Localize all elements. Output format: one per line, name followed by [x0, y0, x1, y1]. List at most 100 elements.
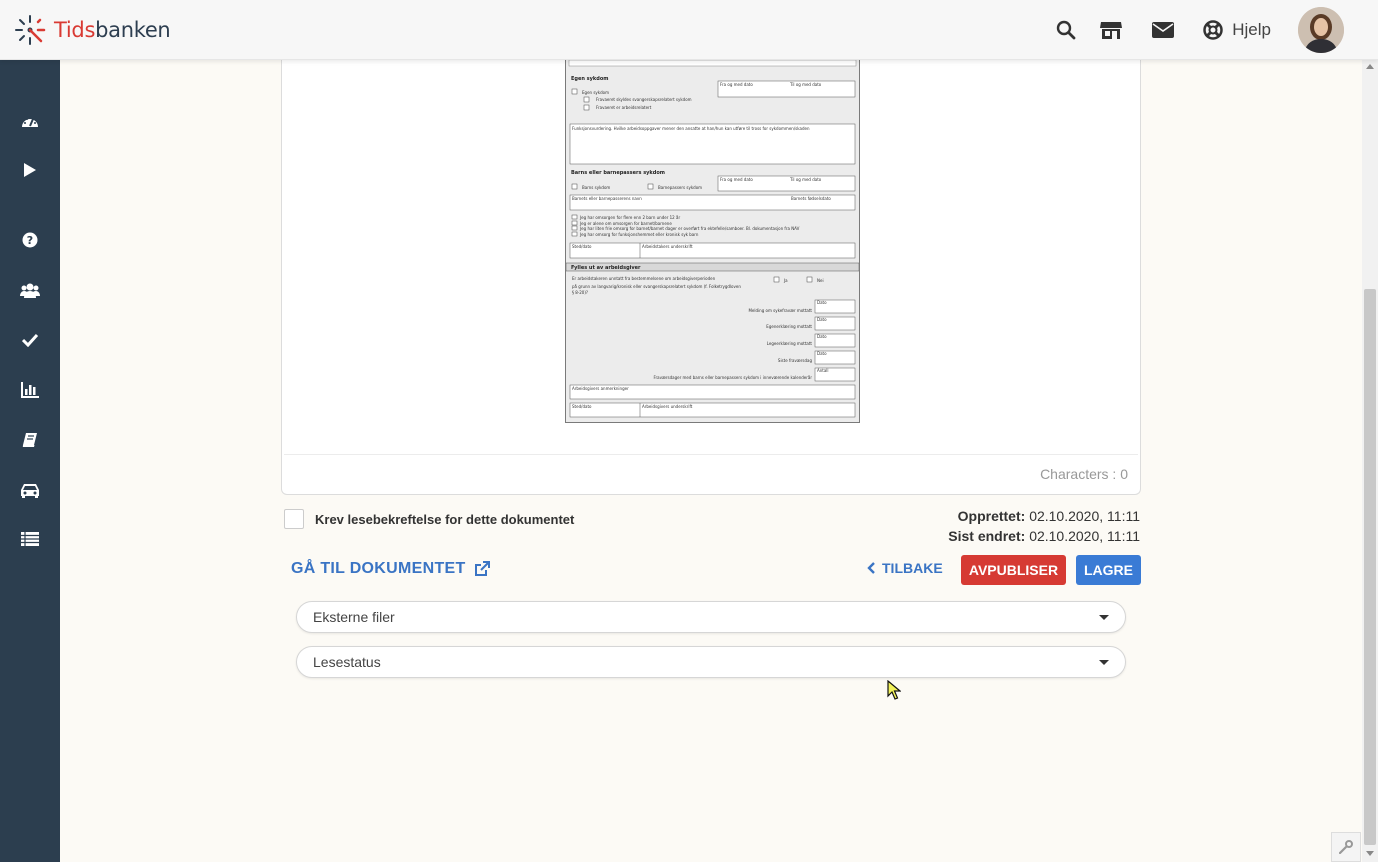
- svg-text:Fra og med dato: Fra og med dato: [720, 82, 753, 87]
- check-icon: [22, 333, 38, 347]
- help-button[interactable]: Hjelp: [1203, 20, 1271, 40]
- read-confirmation-checkbox[interactable]: [284, 509, 304, 529]
- chevron-left-icon: [867, 562, 875, 574]
- car-icon: [21, 484, 39, 498]
- sidebar-item-help[interactable]: ?: [0, 220, 60, 260]
- svg-text:Jeg har omsorg for funksjonshe: Jeg har omsorg for funksjonshemmet eller…: [579, 232, 699, 237]
- goto-document-link[interactable]: GÅ TIL DOKUMENTET: [291, 560, 490, 578]
- read-status-label: Lesestatus: [313, 654, 381, 670]
- sidebar-item-list[interactable]: [0, 519, 60, 559]
- svg-text:Sted/dato: Sted/dato: [572, 404, 592, 409]
- svg-text:Fra og med dato: Fra og med dato: [720, 177, 753, 182]
- svg-text:Dato: Dato: [817, 300, 827, 305]
- svg-text:Antall: Antall: [817, 368, 829, 373]
- clock-logo-icon: [15, 15, 46, 45]
- character-count: Characters : 0: [1040, 466, 1128, 482]
- svg-text:Er arbeidstakeren unntatt fra: Er arbeidstakeren unntatt fra bestemmels…: [572, 276, 716, 281]
- svg-text:Melding om sykefravær mottatt: Melding om sykefravær mottatt: [748, 308, 812, 313]
- scroll-down-arrow-icon[interactable]: [1366, 851, 1374, 856]
- scroll-up-arrow-icon[interactable]: [1366, 64, 1374, 69]
- svg-text:Dato: Dato: [817, 317, 827, 322]
- modified-row: Sist endret: 02.10.2020, 11:11: [948, 526, 1140, 546]
- dashboard-icon: [22, 118, 38, 127]
- svg-text:Barnepassers sykdom: Barnepassers sykdom: [658, 185, 702, 190]
- svg-text:?: ?: [27, 234, 33, 247]
- goto-document-label: GÅ TIL DOKUMENTET: [291, 560, 466, 577]
- lifebuoy-icon: [1203, 20, 1223, 40]
- wrench-icon[interactable]: [1331, 832, 1361, 862]
- mouse-cursor-icon: [887, 679, 902, 705]
- document-meta: Opprettet: 02.10.2020, 11:11 Sist endret…: [948, 506, 1140, 546]
- bar-chart-icon: [21, 382, 39, 398]
- document-preview-image: Egen sykdom Egen sykdom Fravaeret skylde…: [565, 59, 860, 423]
- sidebar-item-play[interactable]: [0, 150, 60, 190]
- svg-text:Sted/dato: Sted/dato: [572, 244, 592, 249]
- svg-text:Jeg har liten frie omsorg for: Jeg har liten frie omsorg for barnet/bar…: [579, 226, 800, 231]
- read-status-dropdown[interactable]: Lesestatus: [296, 646, 1126, 678]
- help-label: Hjelp: [1232, 20, 1271, 39]
- sidebar: ?: [0, 60, 60, 862]
- svg-text:Til og med dato: Til og med dato: [789, 82, 822, 87]
- back-label: TILBAKE: [882, 560, 943, 576]
- modified-label: Sist endret:: [948, 528, 1026, 544]
- top-bar: Tidsbanken Hjelp: [0, 0, 1378, 60]
- brand-logo[interactable]: Tidsbanken: [14, 14, 171, 46]
- svg-text:på grunn av langvarig/kronisk: på grunn av langvarig/kronisk eller svan…: [572, 284, 741, 289]
- svg-text:Ja: Ja: [783, 278, 788, 283]
- svg-text:Dato: Dato: [817, 334, 827, 339]
- scrollbar-thumb[interactable]: [1364, 289, 1376, 845]
- brand-name: Tidsbanken: [54, 18, 171, 42]
- sidebar-item-documents[interactable]: [0, 420, 60, 460]
- svg-text:Fraværsdager med barns eller b: Fraværsdager med barns eller barnepasser…: [653, 375, 812, 380]
- sidebar-item-users[interactable]: [0, 270, 60, 310]
- svg-text:Barnets fødselsdato: Barnets fødselsdato: [791, 196, 831, 201]
- caret-down-icon: [1099, 615, 1109, 620]
- svg-text:Legeerklæring mottatt: Legeerklæring mottatt: [767, 341, 813, 346]
- user-avatar[interactable]: [1298, 7, 1344, 53]
- read-confirmation-label: Krev lesebekreftelse for dette dokumente…: [315, 511, 575, 527]
- back-button[interactable]: TILBAKE: [867, 560, 943, 576]
- sidebar-item-dashboard[interactable]: [0, 101, 60, 141]
- read-confirmation-row: Krev lesebekreftelse for dette dokumente…: [284, 509, 574, 529]
- unpublish-button[interactable]: AVPUBLISER: [961, 555, 1066, 585]
- svg-text:Funksjonsvurdering. Hvilke arb: Funksjonsvurdering. Hvilke arbeidsoppgav…: [572, 126, 810, 131]
- external-files-dropdown[interactable]: Eksterne filer: [296, 601, 1126, 633]
- svg-text:Dato: Dato: [817, 351, 827, 356]
- brand-name-part1: Tids: [54, 18, 96, 42]
- editor-footer-divider: [284, 454, 1138, 455]
- external-files-label: Eksterne filer: [313, 609, 395, 625]
- svg-text:Fylles ut av arbeidsgiver: Fylles ut av arbeidsgiver: [571, 265, 641, 271]
- svg-text:Fravaeret er arbeidsrelatert: Fravaeret er arbeidsrelatert: [596, 105, 652, 110]
- play-icon: [24, 163, 36, 177]
- svg-text:Arbeidstakers underskrift: Arbeidstakers underskrift: [642, 244, 693, 249]
- sidebar-item-approve[interactable]: [0, 320, 60, 360]
- users-icon: [20, 283, 40, 298]
- save-button[interactable]: LAGRE: [1076, 555, 1141, 585]
- created-label: Opprettet:: [957, 508, 1026, 524]
- svg-text:Nei: Nei: [817, 278, 824, 283]
- book-icon: [22, 433, 37, 447]
- document-editor-panel: Egen sykdom Egen sykdom Fravaeret skylde…: [281, 59, 1141, 495]
- store-icon[interactable]: [1099, 18, 1123, 42]
- mail-icon[interactable]: [1151, 18, 1175, 42]
- svg-text:Egenerklæring mottatt: Egenerklæring mottatt: [766, 324, 812, 329]
- svg-text:Egen sykdom: Egen sykdom: [582, 90, 609, 95]
- svg-text:Egen sykdom: Egen sykdom: [571, 76, 608, 82]
- sidebar-item-vehicles[interactable]: [0, 470, 60, 510]
- svg-text:Arbeidsgivers underskrift: Arbeidsgivers underskrift: [642, 404, 693, 409]
- list-icon: [21, 532, 39, 546]
- svg-text:§ 8-20)?: § 8-20)?: [572, 290, 588, 295]
- svg-text:Barns eller barnepassers sykdo: Barns eller barnepassers sykdom: [571, 170, 665, 176]
- page-scrollbar[interactable]: [1362, 60, 1378, 862]
- svg-text:Arbeidsgivers anmerkninger: Arbeidsgivers anmerkninger: [572, 386, 629, 391]
- svg-text:Jeg har omsorgen for flere enn: Jeg har omsorgen for flere enn 2 barn un…: [579, 215, 680, 220]
- sidebar-item-reports[interactable]: [0, 370, 60, 410]
- svg-text:Barnets eller barnepasserens n: Barnets eller barnepasserens navn: [572, 196, 642, 201]
- svg-text:Siste fraværsdag: Siste fraværsdag: [778, 358, 813, 363]
- svg-text:Til og med dato: Til og med dato: [789, 177, 822, 182]
- search-icon[interactable]: [1054, 18, 1078, 42]
- modified-value: 02.10.2020, 11:11: [1029, 528, 1140, 544]
- created-row: Opprettet: 02.10.2020, 11:11: [948, 506, 1140, 526]
- caret-down-icon: [1099, 660, 1109, 665]
- external-link-icon: [474, 561, 490, 576]
